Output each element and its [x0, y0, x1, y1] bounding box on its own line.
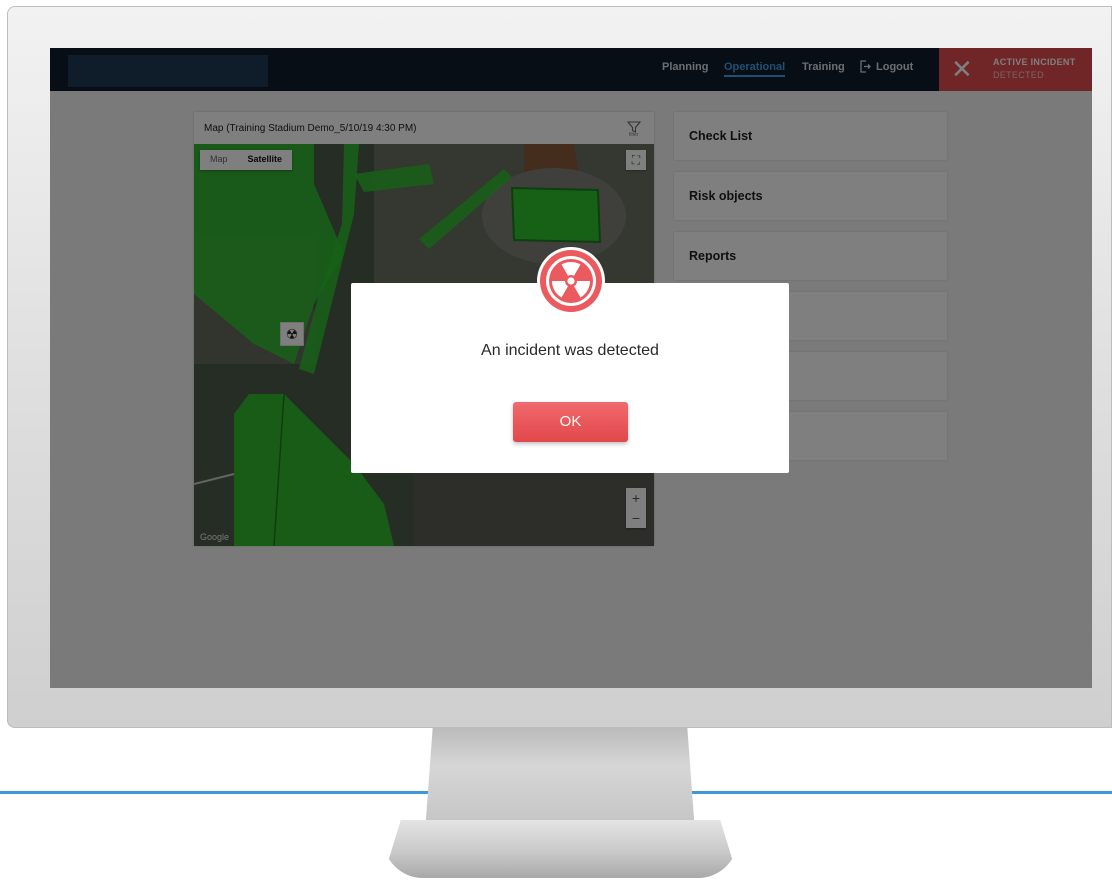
monitor-screen: Planning Operational Training Logout ✕ A… — [50, 48, 1092, 688]
monitor-bezel: Planning Operational Training Logout ✕ A… — [7, 6, 1112, 728]
radiation-icon — [537, 247, 605, 315]
ok-button[interactable]: OK — [513, 402, 628, 442]
incident-dialog: An incident was detected OK — [351, 247, 789, 473]
monitor-stand-base — [383, 820, 738, 878]
monitor-stand-neck — [425, 722, 695, 832]
dialog-message: An incident was detected — [481, 342, 659, 359]
